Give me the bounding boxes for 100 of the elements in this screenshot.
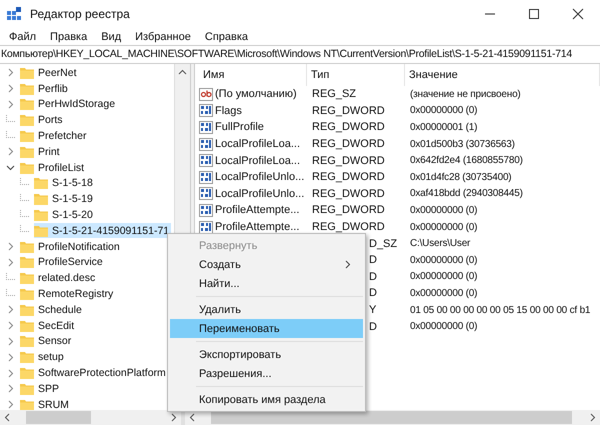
- menu-item[interactable]: Удалить: [170, 300, 363, 319]
- chevron-right-icon[interactable]: [6, 321, 15, 330]
- chevron-right-icon[interactable]: [6, 368, 15, 378]
- chevron-right-icon[interactable]: [6, 400, 15, 410]
- value-data: 0xaf418bdd (2940308445): [410, 188, 523, 200]
- tree-item[interactable]: PeerNet: [20, 65, 79, 80]
- column-header[interactable]: Имя: [199, 64, 307, 86]
- value-data: 0x00000000 (0): [410, 222, 478, 233]
- chevron-right-icon[interactable]: [6, 100, 15, 109]
- tree-item[interactable]: S-1-5-21-4159091151-71: [34, 223, 172, 238]
- value-name[interactable]: LocalProfileUnlo...: [215, 171, 304, 184]
- value-name[interactable]: FullProfile: [215, 121, 264, 134]
- tree-item[interactable]: ProfileService: [20, 254, 105, 270]
- value-name[interactable]: ProfileAttempte...: [215, 221, 300, 234]
- value-data: 0x00000000 (0): [410, 204, 478, 216]
- value-name[interactable]: LocalProfileLoa...: [215, 138, 300, 150]
- folder-icon: [20, 304, 34, 316]
- tree-item[interactable]: Schedule: [20, 302, 84, 318]
- value-type: D: [369, 320, 377, 333]
- chevron-right-icon[interactable]: [6, 336, 15, 346]
- chevron-right-icon[interactable]: [6, 305, 15, 314]
- tree-item[interactable]: S-1-5-19: [34, 192, 95, 207]
- folder-icon: [20, 351, 34, 364]
- value-type: REG_DWORD: [312, 204, 385, 216]
- value-data: 0x00000000 (0): [410, 321, 478, 332]
- tree-item[interactable]: Perflib: [20, 81, 70, 96]
- close-icon: [572, 8, 584, 20]
- folder-icon: [34, 209, 48, 222]
- value-type: D_SZ: [369, 238, 398, 250]
- tree-item[interactable]: SRUM: [20, 397, 71, 410]
- value-name[interactable]: (По умолчанию): [215, 88, 297, 100]
- menu-item[interactable]: Файл: [2, 30, 44, 42]
- folder-icon: [20, 398, 34, 410]
- chevron-right-icon[interactable]: [6, 147, 15, 156]
- tree-item[interactable]: setup: [20, 350, 66, 365]
- value-data: 0x00000001 (1): [410, 122, 478, 133]
- folder-icon: [20, 240, 34, 253]
- value-type: D: [369, 254, 377, 266]
- tree-item[interactable]: RemoteRegistry: [20, 286, 116, 302]
- tree-item[interactable]: related.desc: [20, 270, 98, 286]
- tree-item[interactable]: Sensor: [20, 334, 74, 349]
- folder-icon: [20, 162, 34, 174]
- binary-value-icon: [199, 220, 213, 234]
- value-name[interactable]: LocalProfileLoa...: [215, 154, 300, 167]
- value-data: 0x01d500b3 (30736563): [410, 138, 515, 150]
- folder-icon: [20, 382, 34, 395]
- tree-item[interactable]: ProfileList: [20, 160, 86, 176]
- tree-item[interactable]: SecEdit: [20, 318, 76, 334]
- tree-item[interactable]: ProfileNotification: [20, 239, 122, 254]
- binary-value-icon: [199, 120, 213, 134]
- tree-item[interactable]: PerHwIdStorage: [20, 96, 118, 112]
- maximize-icon: [528, 8, 540, 20]
- folder-icon: [34, 193, 48, 206]
- value-type: REG_DWORD: [312, 154, 385, 167]
- folder-icon: [20, 130, 34, 142]
- chevron-right-icon[interactable]: [6, 68, 15, 78]
- menu-item[interactable]: Правка: [43, 30, 94, 42]
- tree-item[interactable]: SoftwareProtectionPlatform: [20, 366, 168, 381]
- folder-icon: [20, 367, 34, 380]
- address-field[interactable]: Компьютер\HKEY_LOCAL_MACHINE\SOFTWARE\Microsoft\Windows NT\CurrentVersion\ProfileList\S-1-5-21-4159091151-714: [0, 45, 600, 64]
- chevron-right-icon: [345, 260, 351, 269]
- menu-item[interactable]: Переименовать: [170, 319, 363, 338]
- scroll-left-icon[interactable]: [188, 413, 197, 422]
- value-data: 0x00000000 (0): [410, 105, 478, 116]
- chevron-down-icon[interactable]: [6, 163, 15, 172]
- tree-item[interactable]: Ports: [20, 112, 65, 128]
- value-data: 0x00000000 (0): [410, 254, 478, 266]
- column-header[interactable]: Тип: [307, 64, 405, 86]
- menu-item[interactable]: Вид: [94, 30, 128, 42]
- menu-item[interactable]: Экспортировать: [170, 345, 363, 364]
- menu-item[interactable]: Справка: [198, 30, 256, 42]
- value-name[interactable]: Flags: [215, 104, 242, 117]
- value-type: D: [369, 270, 377, 283]
- menu-item[interactable]: Создать: [170, 255, 363, 274]
- scroll-right-icon[interactable]: [169, 413, 178, 422]
- binary-value-icon: [199, 104, 213, 118]
- chevron-right-icon[interactable]: [6, 258, 15, 267]
- chevron-right-icon[interactable]: [6, 384, 15, 394]
- value-type: REG_DWORD: [312, 104, 385, 117]
- value-name[interactable]: LocalProfileUnlo...: [215, 188, 304, 200]
- menu-item[interactable]: Избранное: [128, 30, 198, 42]
- value-type: REG_DWORD: [312, 221, 385, 234]
- chevron-right-icon[interactable]: [6, 242, 15, 252]
- chevron-right-icon[interactable]: [6, 84, 15, 94]
- menu-item[interactable]: Найти...: [170, 274, 363, 293]
- chevron-right-icon[interactable]: [6, 352, 15, 362]
- value-name[interactable]: ProfileAttempte...: [215, 204, 300, 216]
- scroll-left-icon[interactable]: [3, 413, 12, 422]
- registry-editor-icon: [6, 6, 22, 22]
- tree-item[interactable]: S-1-5-18: [34, 176, 95, 191]
- tree-item[interactable]: SPP: [20, 381, 62, 396]
- folder-icon: [20, 66, 34, 79]
- scroll-right-icon[interactable]: [588, 413, 597, 422]
- tree-item[interactable]: Print: [20, 144, 62, 160]
- column-header[interactable]: Значение: [405, 64, 600, 86]
- scroll-up-icon[interactable]: [178, 68, 187, 77]
- tree-item[interactable]: Prefetcher: [20, 128, 88, 144]
- menu-item[interactable]: Копировать имя раздела: [170, 390, 363, 409]
- tree-item[interactable]: S-1-5-20: [34, 208, 95, 223]
- menu-item[interactable]: Разрешения...: [170, 364, 363, 383]
